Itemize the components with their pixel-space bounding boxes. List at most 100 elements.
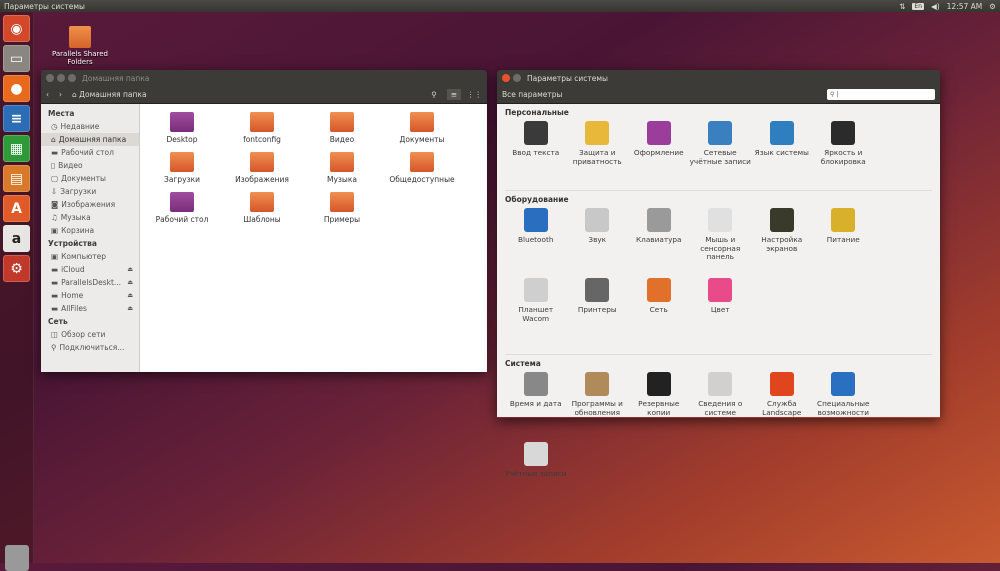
path-bar-home[interactable]: ⌂ Домашняя папка (72, 90, 147, 99)
settings-item[interactable]: Сеть (628, 276, 690, 346)
launcher-system-settings[interactable]: ⚙ (3, 255, 30, 282)
sidebar-item-icon: ◷ (51, 122, 58, 131)
settings-item-icon (523, 278, 548, 302)
settings-item-label: Звук (588, 235, 607, 244)
settings-item[interactable]: Резервные копии (628, 370, 690, 440)
launcher-firefox[interactable]: ● (3, 75, 30, 102)
sidebar-item[interactable]: ▯ Видео (41, 159, 139, 172)
settings-item[interactable]: Звук (567, 206, 629, 276)
launcher-writer[interactable]: ≡ (3, 105, 30, 132)
eject-icon[interactable]: ⏏ (127, 292, 133, 299)
settings-item[interactable]: Планшет Wacom (505, 276, 567, 346)
launcher-impress[interactable]: ▤ (3, 165, 30, 192)
folder-item[interactable]: Общедоступные (382, 149, 462, 189)
settings-item[interactable]: Сетевые учётные записи (690, 119, 752, 189)
all-settings-button[interactable]: Все параметры (502, 90, 562, 99)
settings-item[interactable]: Язык системы (751, 119, 813, 189)
launcher-amazon[interactable]: a (3, 225, 30, 252)
settings-item-label: Принтеры (577, 305, 617, 314)
sidebar-item-label: ParallelsDeskt... (61, 278, 122, 287)
folder-item[interactable]: Изображения (222, 149, 302, 189)
settings-item[interactable]: Служба Landscape (751, 370, 813, 440)
settings-item-label: Язык системы (754, 148, 809, 157)
sidebar-item[interactable]: ▬ ParallelsDeskt... ⏏ (41, 276, 139, 289)
eject-icon[interactable]: ⏏ (127, 305, 133, 312)
eject-icon[interactable]: ⏏ (127, 266, 133, 273)
sidebar-item[interactable]: ◫ Обзор сети (41, 328, 139, 341)
settings-item[interactable]: Мышь и сенсорная панель (690, 206, 752, 276)
launcher-calc[interactable]: ▦ (3, 135, 30, 162)
launcher: ◉ ▭ ● ≡ ▦ ▤ Aa ⚙ (0, 12, 34, 571)
folder-item[interactable]: Видео (302, 109, 382, 149)
folder-item[interactable]: Музыка (302, 149, 382, 189)
settings-item[interactable]: Принтеры (567, 276, 629, 346)
settings-item-label: Яркость и блокировка (820, 148, 866, 166)
settings-item[interactable]: Учётные записи (505, 440, 567, 510)
title-bar[interactable]: Параметры системы (497, 70, 940, 86)
folder-icon (69, 26, 91, 48)
sidebar-item[interactable]: ⇩ Загрузки (41, 185, 139, 198)
back-button[interactable]: ‹ (46, 90, 49, 99)
sidebar-item[interactable]: ▬ iCloud ⏏ (41, 263, 139, 276)
folder-label: Музыка (327, 175, 357, 184)
settings-item[interactable]: Клавиатура (628, 206, 690, 276)
sidebar-item[interactable]: ▣ Компьютер (41, 250, 139, 263)
search-input[interactable]: ⚲ | (827, 89, 935, 100)
settings-item[interactable]: Цвет (690, 276, 752, 346)
folder-item[interactable]: fontconfig (222, 109, 302, 149)
desktop-icon-parallels-shared-folders[interactable]: Parallels Shared Folders (50, 26, 110, 66)
folder-item[interactable]: Шаблоны (222, 189, 302, 229)
minimize-button[interactable] (57, 74, 65, 82)
settings-item[interactable]: Время и дата (505, 370, 567, 440)
launcher-files[interactable]: ▭ (3, 45, 30, 72)
network-icon[interactable]: ⇅ (899, 2, 905, 11)
sidebar-item[interactable]: ◙ Изображения (41, 198, 139, 211)
sidebar-item[interactable]: ⌂ Домашняя папка (41, 133, 139, 146)
settings-item[interactable]: Защита и приватность (567, 119, 629, 189)
trash-icon[interactable] (5, 545, 29, 571)
launcher-dash[interactable]: ◉ (3, 15, 30, 42)
folder-item[interactable]: Загрузки (142, 149, 222, 189)
settings-item[interactable]: Настройка экранов (751, 206, 813, 276)
sidebar-item[interactable]: ♫ Музыка (41, 211, 139, 224)
settings-item[interactable]: Оформление (628, 119, 690, 189)
forward-button[interactable]: › (59, 90, 62, 99)
folder-item[interactable]: Документы (382, 109, 462, 149)
settings-item[interactable]: Специальные возможности (813, 370, 875, 440)
clock[interactable]: 12:57 AM (947, 2, 983, 11)
close-button[interactable] (502, 74, 510, 82)
minimize-button[interactable] (513, 74, 521, 82)
maximize-button[interactable] (68, 74, 76, 82)
settings-item[interactable]: Ввод текста (505, 119, 567, 189)
settings-item[interactable]: Питание (813, 206, 875, 276)
settings-item[interactable]: Сведения о системе (690, 370, 752, 440)
settings-item[interactable]: Программы и обновления (567, 370, 629, 440)
sidebar-item[interactable]: ▬ Рабочий стол (41, 146, 139, 159)
close-button[interactable] (46, 74, 54, 82)
launcher-software-center[interactable]: A (3, 195, 30, 222)
sidebar-item[interactable]: ⚲ Подключиться... (41, 341, 139, 354)
settings-item[interactable]: Bluetooth (505, 206, 567, 276)
sidebar-item[interactable]: ▣ Корзина (41, 224, 139, 237)
folder-item[interactable]: Рабочий стол (142, 189, 222, 229)
eject-icon[interactable]: ⏏ (127, 279, 133, 286)
settings-item-icon (646, 208, 671, 232)
volume-icon[interactable]: ◀) (931, 2, 940, 11)
keyboard-layout-indicator[interactable]: En (912, 2, 924, 10)
grid-view-button[interactable]: ⋮⋮ (467, 90, 482, 99)
search-icon[interactable]: ⚲ (431, 90, 437, 99)
sidebar-item[interactable]: ▬ AllFiles ⏏ (41, 302, 139, 315)
section-heading: Система (505, 359, 541, 368)
sidebar-item[interactable]: ◷ Недавние (41, 120, 139, 133)
folder-item[interactable]: Примеры (302, 189, 382, 229)
sidebar-item-icon: ♫ (51, 213, 58, 222)
sidebar-item[interactable]: ▢ Документы (41, 172, 139, 185)
sidebar-item[interactable]: ▬ Home ⏏ (41, 289, 139, 302)
settings-item[interactable]: Яркость и блокировка (813, 119, 875, 189)
folder-item[interactable]: Desktop (142, 109, 222, 149)
gear-icon[interactable]: ⚙ (989, 2, 996, 11)
folder-label: Общедоступные (389, 175, 455, 184)
title-bar[interactable]: Домашняя папка (41, 70, 487, 86)
list-view-button[interactable]: ≡ (446, 89, 461, 100)
settings-item-icon (831, 121, 856, 145)
